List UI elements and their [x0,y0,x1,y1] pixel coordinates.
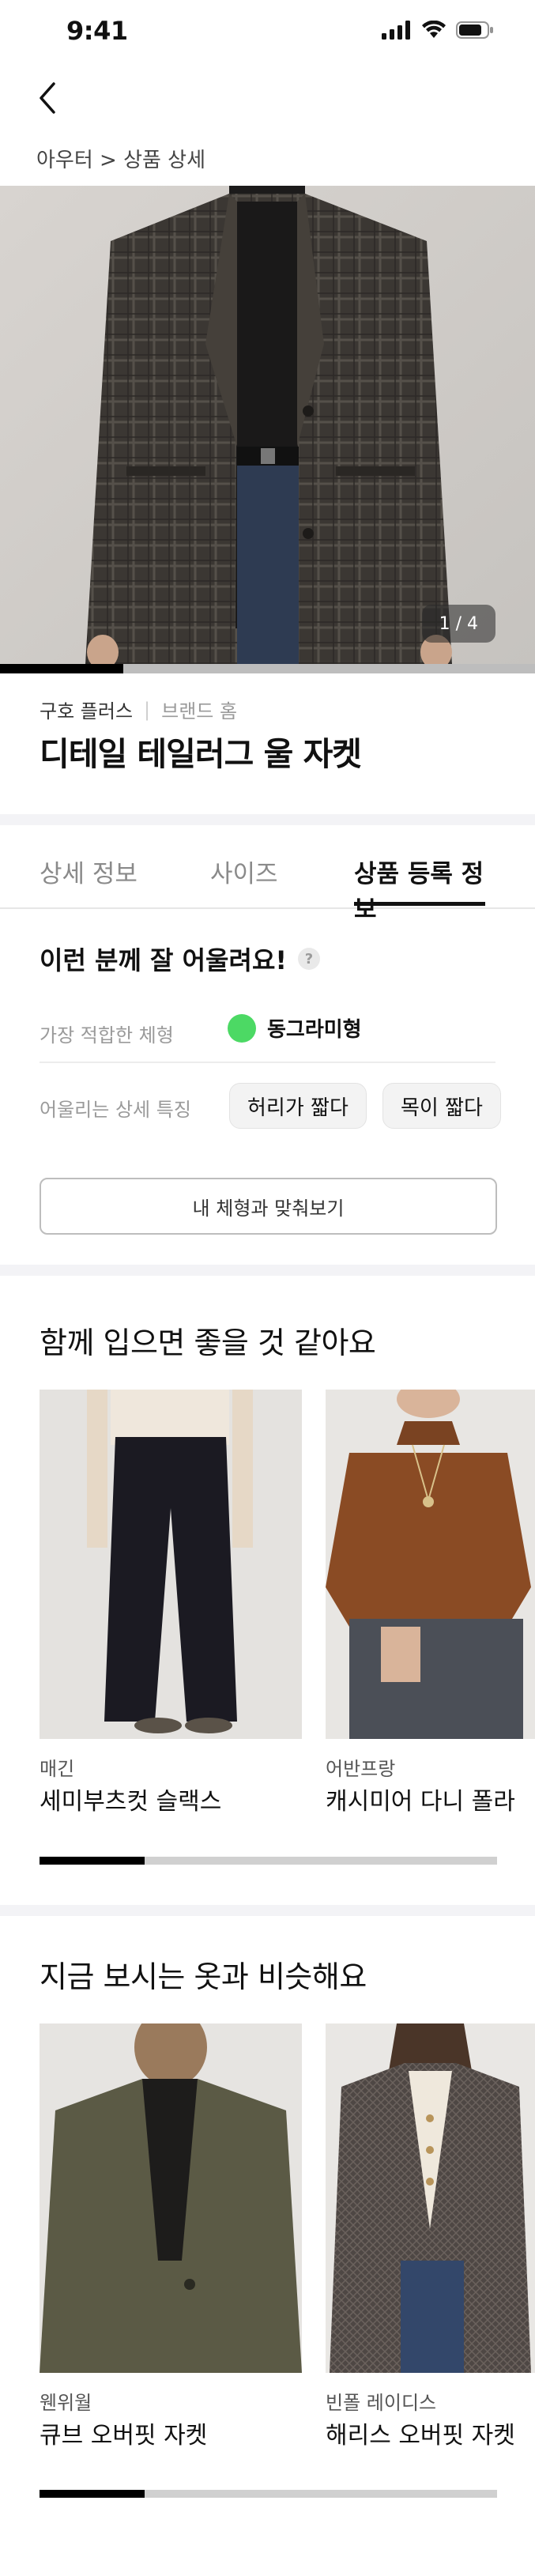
together-scroll-thumb [40,1857,145,1865]
product-card-brand: 웬위월 [40,2392,92,2414]
detail-tabs: 상세 정보 사이즈 상품 등록 정보 [0,832,535,924]
body-type-color-dot [228,1013,256,1043]
brand-divider: | [144,698,151,721]
product-card-name[interactable]: 해리스 오버핏 자켓 [326,2416,515,2450]
product-card-name[interactable]: 세미부츠컷 슬랙스 [40,1782,221,1816]
similar-section-title: 지금 보시는 옷과 비슷해요 [40,1959,367,1994]
tab-size[interactable]: 사이즈 [210,854,278,906]
brand-row: 구호 플러스 | 브랜드 홈 [40,696,237,723]
fit-title-text: 이런 분께 잘 어울려요! [40,945,287,975]
fit-divider [40,1062,495,1063]
product-card-brand: 빈폴 레이디스 [326,2392,437,2414]
feature-chip[interactable]: 목이 짧다 [382,1083,501,1129]
status-time: 9:41 [66,16,128,46]
product-card-image[interactable] [40,1390,302,1739]
product-card-name[interactable]: 큐브 오버핏 자켓 [40,2416,207,2450]
tab-active-indicator [354,902,485,906]
tweed-jacket-image [326,2023,535,2373]
gallery-progress-bar [0,664,535,673]
body-type-label: 가장 적합한 체형 [40,1024,174,1047]
together-section-title: 함께 입으면 좋을 것 같아요 [40,1326,376,1360]
fit-section-title: 이런 분께 잘 어울려요! ? [40,941,320,977]
back-button[interactable] [30,76,65,120]
status-bar: 9:41 [0,0,535,66]
brand-home-link[interactable]: 브랜드 홈 [161,696,237,723]
product-card-image[interactable] [326,1390,535,1739]
wifi-icon [422,21,446,38]
product-card-brand: 어반프랑 [326,1758,396,1780]
product-image-gallery[interactable] [0,186,535,664]
signal-icon [382,21,410,40]
tab-label: 사이즈 [210,860,278,888]
product-card-image[interactable] [326,2023,535,2373]
brand-name[interactable]: 구호 플러스 [40,696,133,723]
slacks-image [40,1390,302,1739]
product-card-name[interactable]: 캐시미어 다니 폴라 [326,1782,515,1816]
section-divider [0,814,535,825]
feature-chip[interactable]: 허리가 짧다 [229,1083,367,1129]
product-card-image[interactable] [40,2023,302,2373]
product-card-brand: 매긴 [40,1758,75,1780]
tab-label: 상품 등록 정보 [354,860,484,924]
breadcrumb[interactable]: 아우터 > 상품 상세 [36,144,205,173]
body-type-text: 동그라미형 [267,1018,362,1042]
product-main-image [0,186,535,664]
compare-body-type-button[interactable]: 내 체형과 맞춰보기 [40,1178,497,1235]
body-type-value: 동그라미형 [228,1013,362,1043]
battery-icon [456,21,493,39]
features-label: 어울리는 상세 특징 [40,1099,191,1121]
status-icons [382,21,494,40]
chevron-left-icon [40,82,55,114]
similar-scroll-bar [40,2490,497,2498]
section-divider [0,1265,535,1276]
together-scroll-bar [40,1857,497,1865]
product-title: 디테일 테일러그 울 자켓 [40,735,362,773]
gallery-progress-fill [0,664,123,673]
tab-product-registration-info[interactable]: 상품 등록 정보 [354,854,485,924]
image-page-indicator: 1 / 4 [421,605,495,643]
help-icon[interactable]: ? [297,948,320,970]
similar-scroll-thumb [40,2490,145,2498]
tab-label: 상세 정보 [40,860,138,888]
knit-top-image [326,1390,535,1739]
tab-detail-info[interactable]: 상세 정보 [40,854,138,906]
section-divider [0,1905,535,1916]
oversized-jacket-image [40,2023,302,2373]
